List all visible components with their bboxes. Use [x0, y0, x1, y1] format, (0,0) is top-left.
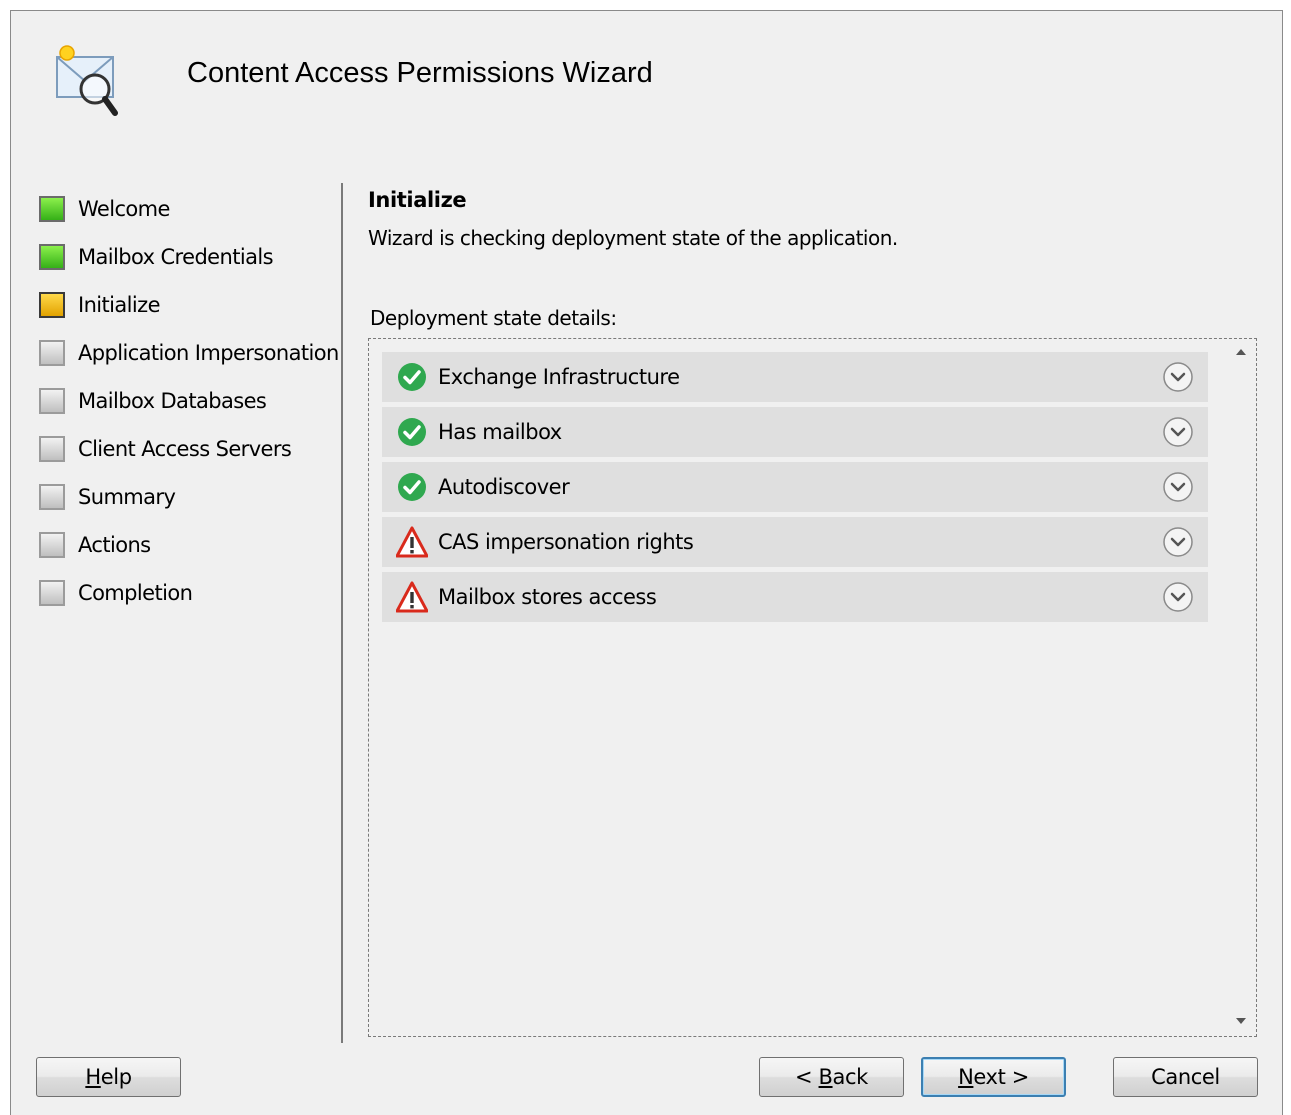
- step-summary: Summary: [39, 479, 176, 515]
- next-button[interactable]: Next >: [921, 1057, 1066, 1097]
- step-mailbox-databases: Mailbox Databases: [39, 383, 267, 419]
- detail-item-mailbox-stores-access[interactable]: Mailbox stores access: [382, 572, 1208, 622]
- step-application-impersonation: Application Impersonation: [39, 335, 339, 371]
- step-status-done-icon: [39, 244, 65, 270]
- help-button[interactable]: Help: [36, 1057, 181, 1097]
- step-mailbox-credentials: Mailbox Credentials: [39, 239, 274, 275]
- cancel-label: Cancel: [1151, 1065, 1220, 1089]
- section-title: Initialize: [368, 188, 467, 212]
- help-label-rest: elp: [100, 1065, 132, 1089]
- step-label: Application Impersonation: [78, 341, 339, 365]
- step-label: Welcome: [78, 197, 170, 221]
- step-status-pending-icon: [39, 436, 65, 462]
- step-status-done-icon: [39, 196, 65, 222]
- step-status-pending-icon: [39, 484, 65, 510]
- wizard-title: Content Access Permissions Wizard: [187, 57, 653, 89]
- detail-label: Exchange Infrastructure: [438, 365, 680, 389]
- detail-label: Has mailbox: [438, 420, 562, 444]
- help-mnemonic: H: [85, 1065, 101, 1089]
- step-status-current-icon: [39, 292, 65, 318]
- step-client-access-servers: Client Access Servers: [39, 431, 292, 467]
- next-mnemonic: N: [958, 1065, 974, 1089]
- back-label-rest: ack: [832, 1065, 869, 1089]
- chevron-down-icon[interactable]: [1162, 581, 1194, 613]
- chevron-down-icon[interactable]: [1162, 361, 1194, 393]
- warning-triangle-icon: [396, 526, 428, 558]
- detail-label: Autodiscover: [438, 475, 570, 499]
- detail-label: CAS impersonation rights: [438, 530, 694, 554]
- warning-triangle-icon: [396, 581, 428, 613]
- detail-item-autodiscover[interactable]: Autodiscover: [382, 462, 1208, 512]
- step-label: Initialize: [78, 293, 160, 317]
- success-check-icon: [398, 418, 426, 446]
- success-check-icon: [398, 363, 426, 391]
- section-description: Wizard is checking deployment state of t…: [368, 226, 898, 250]
- detail-item-has-mailbox[interactable]: Has mailbox: [382, 407, 1208, 457]
- back-button[interactable]: < Back: [759, 1057, 904, 1097]
- scroll-down-arrow-icon[interactable]: [1236, 1018, 1246, 1024]
- step-label: Actions: [78, 533, 151, 557]
- step-label: Client Access Servers: [78, 437, 292, 461]
- step-label: Completion: [78, 581, 193, 605]
- back-mnemonic: B: [818, 1065, 833, 1089]
- step-initialize: Initialize: [39, 287, 160, 323]
- envelope-magnifier-icon: [56, 45, 118, 116]
- step-label: Mailbox Credentials: [78, 245, 274, 269]
- step-actions: Actions: [39, 527, 151, 563]
- details-label: Deployment state details:: [370, 306, 617, 330]
- chevron-down-icon[interactable]: [1162, 416, 1194, 448]
- cancel-button[interactable]: Cancel: [1113, 1057, 1258, 1097]
- chevron-down-icon[interactable]: [1162, 471, 1194, 503]
- step-label: Summary: [78, 485, 176, 509]
- detail-item-cas-impersonation-rights[interactable]: CAS impersonation rights: [382, 517, 1208, 567]
- step-status-pending-icon: [39, 580, 65, 606]
- back-label-prefix: <: [795, 1065, 819, 1089]
- chevron-down-icon[interactable]: [1162, 526, 1194, 558]
- step-completion: Completion: [39, 575, 193, 611]
- step-status-pending-icon: [39, 532, 65, 558]
- vertical-divider: [341, 183, 343, 1043]
- next-label-rest: ext >: [973, 1065, 1029, 1089]
- step-status-pending-icon: [39, 388, 65, 414]
- wizard-window: Content Access Permissions Wizard Welcom…: [10, 10, 1283, 1115]
- scroll-up-arrow-icon[interactable]: [1236, 349, 1246, 355]
- detail-item-exchange-infrastructure[interactable]: Exchange Infrastructure: [382, 352, 1208, 402]
- deployment-details-panel[interactable]: Exchange Infrastructure Has mailbox Auto…: [368, 338, 1257, 1037]
- step-label: Mailbox Databases: [78, 389, 267, 413]
- detail-label: Mailbox stores access: [438, 585, 657, 609]
- success-check-icon: [398, 473, 426, 501]
- step-welcome: Welcome: [39, 191, 170, 227]
- step-status-pending-icon: [39, 340, 65, 366]
